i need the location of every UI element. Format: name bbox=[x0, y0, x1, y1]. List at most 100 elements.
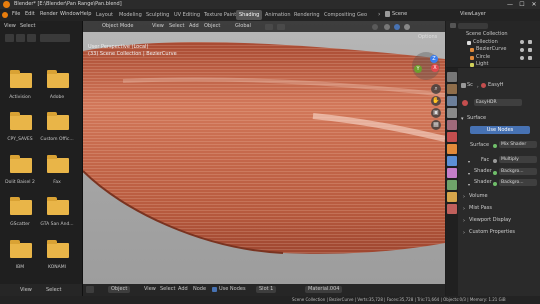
fac-input-field[interactable]: Multiply bbox=[499, 156, 537, 163]
visibility-eye-icon[interactable] bbox=[520, 48, 524, 52]
particles-tab-icon[interactable] bbox=[447, 168, 457, 178]
tab-shading[interactable]: Shading bbox=[236, 10, 263, 20]
folder-label[interactable]: GScatter bbox=[0, 222, 40, 227]
tab-texture-paint[interactable]: Texture Paint bbox=[201, 10, 239, 20]
tab-animation[interactable]: Animation bbox=[262, 10, 294, 20]
chevron-down-icon[interactable]: ▾ bbox=[461, 116, 464, 122]
folder-label[interactable]: Adobe bbox=[37, 95, 77, 100]
shading-solid-icon[interactable] bbox=[384, 24, 390, 30]
shading-rendered-icon[interactable] bbox=[404, 24, 410, 30]
world-tab-icon[interactable] bbox=[447, 132, 457, 142]
menu-window[interactable]: Window bbox=[60, 11, 80, 17]
shader-select-menu[interactable]: Select bbox=[160, 286, 175, 293]
mode-selector[interactable]: Object Mode bbox=[99, 22, 137, 31]
folder-label[interactable]: IBM bbox=[0, 265, 40, 270]
outliner-editor-icon[interactable] bbox=[450, 23, 456, 28]
chevron-right-icon[interactable]: › bbox=[463, 194, 465, 200]
use-nodes-checkbox[interactable] bbox=[212, 287, 217, 292]
perspective-grid-icon[interactable]: ▦ bbox=[431, 120, 441, 130]
folder-icon[interactable] bbox=[47, 197, 69, 215]
material-tab-icon[interactable] bbox=[447, 204, 457, 214]
chevron-right-icon[interactable]: › bbox=[463, 230, 465, 236]
camera-icon[interactable]: ▣ bbox=[431, 108, 441, 118]
output-tab-icon[interactable] bbox=[447, 96, 457, 106]
shader1-input-field[interactable]: Backgro... bbox=[499, 168, 537, 175]
close-button[interactable]: ✕ bbox=[528, 0, 540, 9]
folder-icon[interactable] bbox=[10, 70, 32, 88]
folder-icon[interactable] bbox=[10, 155, 32, 173]
object-tab-icon[interactable] bbox=[447, 144, 457, 154]
zoom-icon[interactable]: ⌕ bbox=[431, 84, 441, 94]
tab-rendering[interactable]: Rendering bbox=[291, 10, 323, 20]
folder-icon[interactable] bbox=[47, 155, 69, 173]
outliner-item[interactable]: Light bbox=[476, 61, 488, 68]
outliner-scene-collection[interactable]: Scene Collection bbox=[466, 31, 508, 38]
visibility-eye-icon[interactable] bbox=[520, 40, 524, 44]
scene-selector[interactable]: Scene bbox=[392, 11, 407, 17]
tool-tab-icon[interactable] bbox=[447, 72, 457, 82]
folder-icon[interactable] bbox=[47, 240, 69, 258]
nav-parent-icon[interactable] bbox=[27, 34, 36, 42]
chevron-right-icon[interactable]: › bbox=[463, 218, 465, 224]
folder-label[interactable]: Fax bbox=[37, 180, 77, 185]
view-layer-tab-icon[interactable] bbox=[447, 108, 457, 118]
folder-label[interactable]: KONAMI bbox=[37, 265, 77, 270]
use-nodes-button[interactable]: Use Nodes bbox=[470, 126, 530, 134]
scene-tab-icon[interactable] bbox=[447, 120, 457, 130]
section-volume[interactable]: Volume bbox=[469, 193, 488, 199]
world-datablock-field[interactable]: EasyHDR bbox=[474, 99, 522, 106]
gizmo-y-axis[interactable]: Y bbox=[414, 65, 422, 73]
folder-icon[interactable] bbox=[10, 112, 32, 130]
chevron-right-icon[interactable]: › bbox=[378, 11, 380, 18]
tab-modeling[interactable]: Modeling bbox=[116, 10, 145, 20]
render-camera-icon[interactable] bbox=[528, 56, 532, 60]
physics-tab-icon[interactable] bbox=[447, 180, 457, 190]
render-camera-icon[interactable] bbox=[528, 40, 532, 44]
context-scene-label[interactable]: Sc bbox=[467, 82, 473, 89]
tab-compositing[interactable]: Compositing bbox=[321, 10, 358, 20]
menu-help[interactable]: Help bbox=[80, 11, 91, 17]
tab-sculpting[interactable]: Sculpting bbox=[143, 10, 172, 20]
shading-material-icon[interactable] bbox=[394, 24, 400, 30]
fb-select-menu[interactable]: Select bbox=[20, 23, 35, 30]
folder-icon[interactable] bbox=[10, 197, 32, 215]
data-tab-icon[interactable] bbox=[447, 192, 457, 202]
menu-file[interactable]: File bbox=[12, 11, 20, 17]
surface-shader-field[interactable]: Mix Shader bbox=[499, 141, 537, 148]
outliner-item[interactable]: BezierCurve bbox=[476, 46, 506, 53]
chevron-down-icon[interactable]: ▾ bbox=[468, 171, 470, 176]
menu-edit[interactable]: Edit bbox=[25, 11, 35, 17]
section-mist-pass[interactable]: Mist Pass bbox=[469, 205, 492, 211]
tab-uv-editing[interactable]: UV Editing bbox=[171, 10, 203, 20]
modifier-tab-icon[interactable] bbox=[447, 156, 457, 166]
chevron-down-icon[interactable]: ▾ bbox=[468, 159, 470, 164]
render-tab-icon[interactable] bbox=[447, 84, 457, 94]
chevron-down-icon[interactable]: ▾ bbox=[468, 182, 470, 187]
3d-viewport[interactable] bbox=[83, 21, 445, 284]
outliner-item[interactable]: Circle bbox=[476, 54, 490, 61]
gizmo-z-axis[interactable]: Z bbox=[430, 55, 438, 63]
menu-render[interactable]: Render bbox=[40, 11, 58, 17]
vp-add-menu[interactable]: Add bbox=[189, 22, 199, 31]
nav-forward-icon[interactable] bbox=[16, 34, 25, 42]
visibility-eye-icon[interactable] bbox=[520, 56, 524, 60]
gizmo-x-axis[interactable]: X bbox=[431, 64, 439, 72]
outliner-item[interactable]: Collection bbox=[473, 39, 498, 46]
minimize-button[interactable]: — bbox=[504, 0, 516, 9]
render-camera-icon[interactable] bbox=[528, 48, 532, 52]
folder-label[interactable]: GTA San And... bbox=[37, 222, 77, 227]
shader2-input-field[interactable]: Backgro... bbox=[499, 179, 537, 186]
folder-label[interactable]: Dolit Baisel 2 bbox=[0, 180, 40, 185]
nav-back-icon[interactable] bbox=[5, 34, 14, 42]
section-viewport-display[interactable]: Viewport Display bbox=[469, 217, 511, 223]
shader-node-menu[interactable]: Node bbox=[193, 286, 206, 293]
context-world-label[interactable]: EasyH bbox=[488, 82, 504, 89]
options-menu[interactable]: Options bbox=[418, 34, 437, 40]
fb-view-menu[interactable]: View bbox=[4, 23, 16, 30]
blender-menu-icon[interactable] bbox=[2, 12, 8, 18]
tab-geometry[interactable]: Geo bbox=[354, 10, 370, 20]
shader-add-menu[interactable]: Add bbox=[178, 286, 188, 293]
folder-label[interactable]: Custom Offic... bbox=[37, 137, 77, 142]
folder-label[interactable]: Activision bbox=[0, 95, 40, 100]
maximize-button[interactable]: ☐ bbox=[516, 0, 528, 9]
